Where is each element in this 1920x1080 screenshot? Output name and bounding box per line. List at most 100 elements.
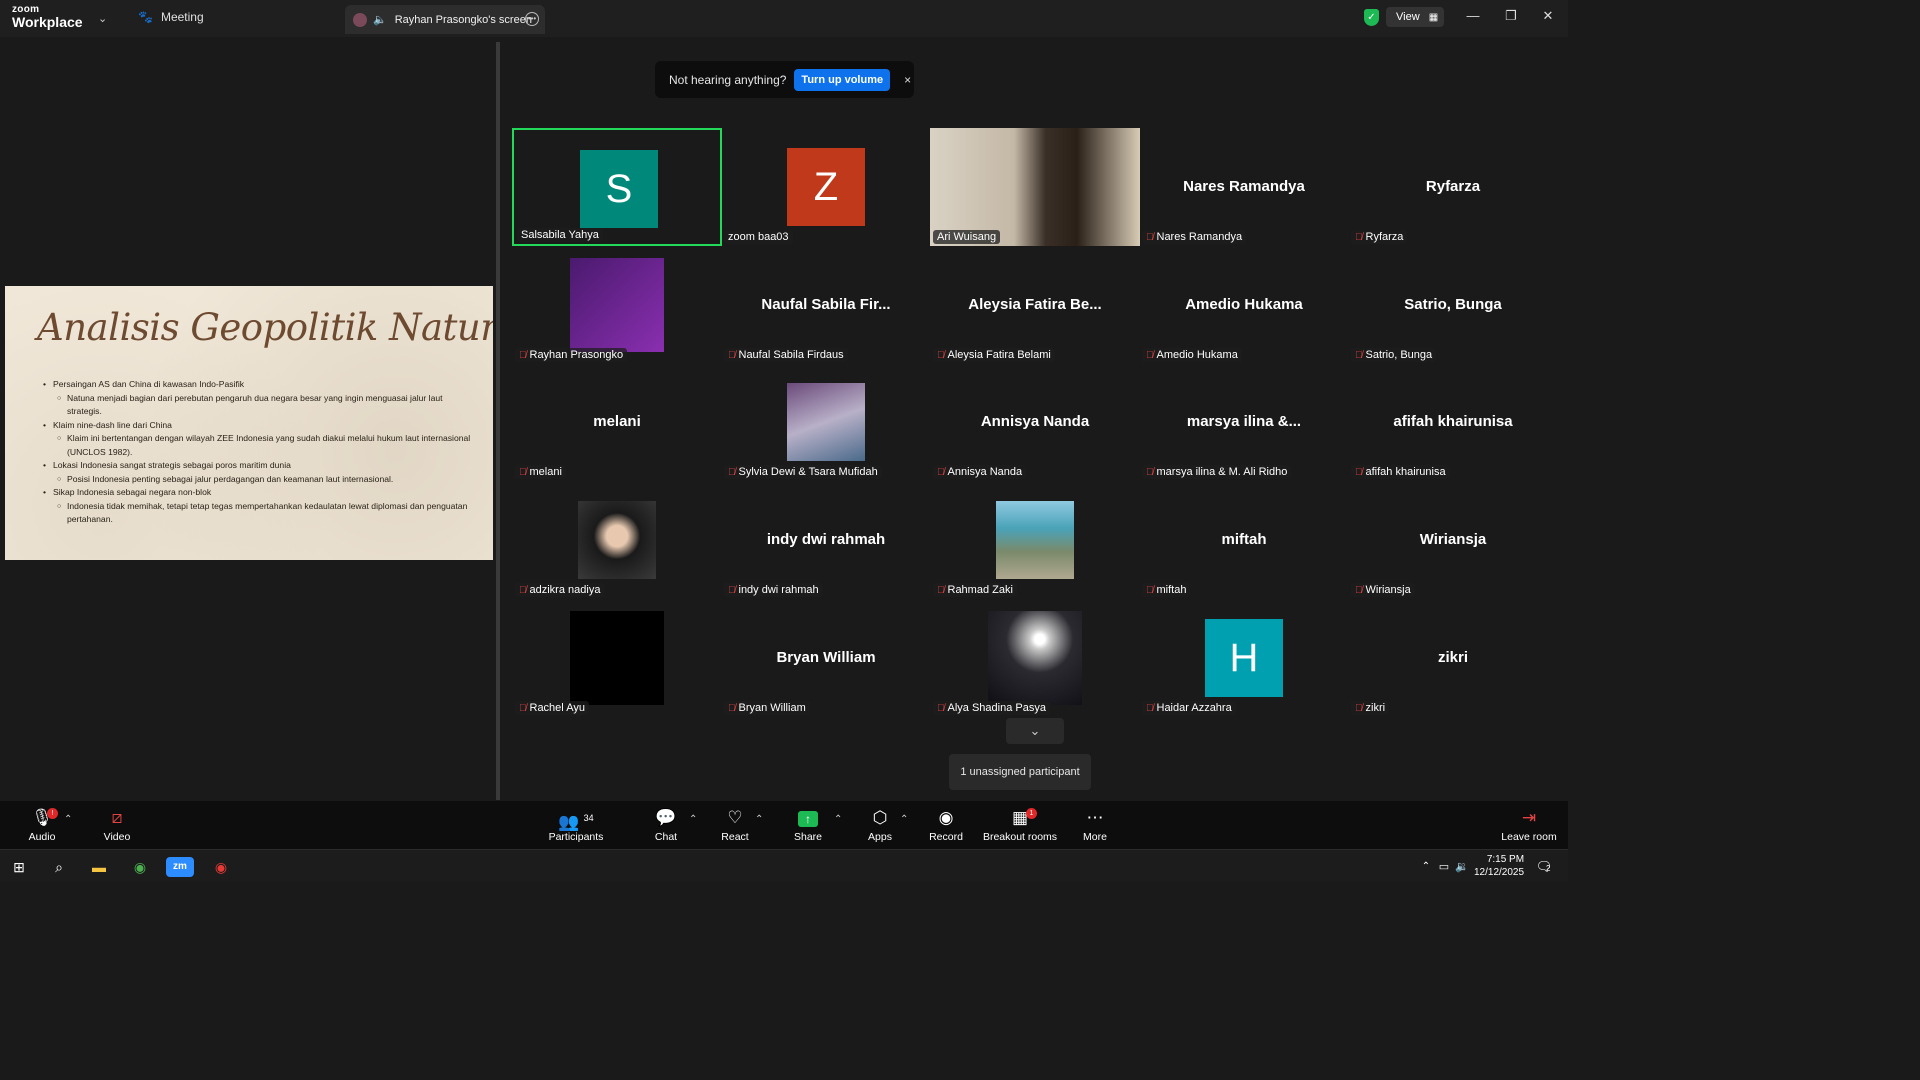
participant-name-label: 🎙̸ Annisya Nanda (933, 465, 1027, 479)
tab-meeting[interactable]: 🐾 Meeting (138, 10, 204, 24)
participant-tile[interactable]: Aleysia Fatira Be... 🎙̸ Aleysia Fatira Bel… (930, 246, 1140, 364)
participant-display-name: indy dwi rahmah (766, 531, 886, 548)
chevron-down-icon[interactable]: ⌄ (98, 12, 107, 25)
participant-name: melani (529, 466, 562, 478)
warning-badge: ! (47, 808, 58, 819)
minimize-icon[interactable]: — (1463, 8, 1483, 23)
chevron-up-icon[interactable]: ⌃ (64, 814, 72, 825)
participant-name: zoom baa03 (728, 231, 789, 243)
meeting-toolbar: 🎙 Audio ! ⌃ ⧄ Video 👥 34 Participants 💬 C… (0, 801, 1568, 849)
participant-display-name: Wiriansja (1419, 531, 1487, 548)
participant-tile[interactable]: Bryan William 🎙̸ Bryan William (721, 599, 931, 717)
breakout-rooms-label: Breakout rooms (982, 831, 1058, 843)
participant-tile[interactable]: H 🎙̸ Haidar Azzahra (1139, 599, 1349, 717)
network-icon[interactable]: ▭ (1434, 857, 1454, 877)
restore-icon[interactable]: ❐ (1501, 8, 1521, 24)
chevron-up-icon[interactable]: ⌃ (834, 814, 842, 825)
participant-tile[interactable]: Nares Ramandya 🎙̸ Nares Ramandya (1139, 128, 1349, 246)
participant-tile[interactable]: Wiriansja 🎙̸ Wiriansja (1348, 481, 1558, 599)
chevron-up-icon[interactable]: ⌃ (1416, 857, 1436, 877)
participant-tile[interactable]: zikri 🎙̸ zikri (1348, 599, 1558, 717)
record-icon: ◉ (938, 808, 954, 827)
slide-bullet: Sikap Indonesia sebagai negara non-blok (43, 486, 473, 500)
more-button[interactable]: ⋯ More (1060, 807, 1130, 843)
mic-muted-icon: 🎙̸ (728, 349, 736, 361)
volume-icon[interactable]: 🔉 (1452, 857, 1472, 877)
participant-tile[interactable]: 🎙̸ Rachel Ayu (512, 599, 722, 717)
participant-tile[interactable]: Naufal Sabila Fir... 🎙̸ Naufal Sabila Fird… (721, 246, 931, 364)
react-button[interactable]: ♡ React (700, 807, 770, 843)
zoom-workplace-logo[interactable]: zoom Workplace (12, 5, 83, 30)
participant-photo (570, 611, 664, 705)
chevron-down-icon[interactable]: ⌄ (1006, 718, 1064, 744)
participant-tile[interactable]: Zzoom baa03 (721, 128, 931, 246)
tab-shared-screen-label: Rayhan Prasongko's screen (394, 13, 532, 26)
participant-video (930, 128, 1140, 246)
notifications-icon[interactable]: 🗨 (1534, 857, 1554, 877)
participant-tile[interactable]: Ari Wuisang (930, 128, 1140, 246)
windows-taskbar: ⊞ ⌕ ▬ ◉ zm ◉ ⌃ ▭ 🔉 7:15 PM 12/12/2025 🗨 … (0, 849, 1568, 882)
participant-tile[interactable]: afifah khairunisa 🎙̸ afifah khairunisa (1348, 363, 1558, 481)
unassigned-participant-tooltip[interactable]: 1 unassigned participant (949, 754, 1091, 790)
audio-notification-banner: Not hearing anything? Turn up volume × (655, 61, 914, 98)
mic-muted-icon: 🎙̸ (1146, 584, 1154, 596)
more-options-icon[interactable]: ••• (525, 12, 539, 26)
chevron-up-icon[interactable]: ⌃ (755, 814, 763, 825)
chat-button[interactable]: 💬 Chat (631, 807, 701, 843)
close-icon[interactable]: × (904, 73, 911, 87)
record-button[interactable]: ◉ Record (911, 807, 981, 843)
participant-name-label: 🎙̸ Satrio, Bunga (1351, 348, 1437, 362)
participant-tile[interactable]: melani 🎙̸ melani (512, 363, 722, 481)
close-icon[interactable]: ✕ (1538, 8, 1558, 24)
file-explorer-icon[interactable]: ▬ (89, 857, 109, 877)
speaker-icon: 🔈 (373, 14, 387, 26)
chrome-icon[interactable]: ◉ (211, 857, 231, 877)
participant-name-label: 🎙̸ Alya Shadina Pasya (933, 701, 1050, 715)
participant-name: indy dwi rahmah (738, 584, 819, 596)
breakout-rooms-button[interactable]: ▦ Breakout rooms 1 (980, 807, 1060, 843)
video-button[interactable]: ⧄ Video (82, 807, 152, 843)
audio-button[interactable]: 🎙 Audio ! (7, 807, 77, 843)
mic-muted-icon: 🎙̸ (1355, 349, 1363, 361)
chevron-up-icon[interactable]: ⌃ (900, 814, 908, 825)
participant-tile[interactable]: marsya ilina &... 🎙̸ marsya ilina & M. Ali… (1139, 363, 1349, 481)
participant-name-label: 🎙̸ Nares Ramandya (1142, 230, 1247, 244)
leave-icon: ⇥ (1521, 808, 1537, 827)
panel-divider[interactable] (496, 42, 500, 800)
search-icon[interactable]: ⌕ (49, 857, 69, 877)
participant-tile[interactable]: 🎙̸ Rayhan Prasongko (512, 246, 722, 364)
shield-icon[interactable]: ✓ (1364, 9, 1379, 26)
view-button[interactable]: View ▦ (1386, 7, 1444, 27)
zoom-taskbar-icon[interactable]: zm (166, 857, 194, 877)
tab-shared-screen[interactable]: 🔈 Rayhan Prasongko's screen ••• (345, 5, 545, 34)
participants-button[interactable]: 👥 34 Participants (541, 807, 611, 843)
chrome-icon[interactable]: ◉ (130, 857, 150, 877)
clock-date: 12/12/2025 (1474, 867, 1525, 878)
notification-count: 2 (1546, 864, 1551, 873)
participant-tile[interactable]: miftah 🎙̸ miftah (1139, 481, 1349, 599)
participant-tile[interactable]: Amedio Hukama 🎙̸ Amedio Hukama (1139, 246, 1349, 364)
mic-muted-icon: 🎙̸ (937, 702, 945, 714)
participant-name: Ryfarza (1365, 231, 1404, 243)
participant-tile[interactable]: Annisya Nanda 🎙̸ Annisya Nanda (930, 363, 1140, 481)
chevron-up-icon[interactable]: ⌃ (689, 814, 697, 825)
leave-room-button[interactable]: ⇥ Leave room (1494, 807, 1564, 843)
participant-tile[interactable]: 🎙̸ Alya Shadina Pasya (930, 599, 1140, 717)
windows-start-icon[interactable]: ⊞ (9, 857, 29, 877)
participant-tile[interactable]: Satrio, Bunga 🎙̸ Satrio, Bunga (1348, 246, 1558, 364)
mic-muted-icon: 🎙̸ (519, 466, 527, 478)
participant-tile[interactable]: 🎙̸ Sylvia Dewi & Tsara Mufidah (721, 363, 931, 481)
system-clock[interactable]: 7:15 PM 12/12/2025 (1474, 853, 1524, 879)
apps-button[interactable]: ⬡ Apps (845, 807, 915, 843)
participant-name-label: 🎙̸ Sylvia Dewi & Tsara Mufidah (724, 465, 882, 479)
participant-tile[interactable]: 🎙̸ Rahmad Zaki (930, 481, 1140, 599)
participant-tile[interactable]: Ryfarza 🎙̸ Ryfarza (1348, 128, 1558, 246)
participant-tile[interactable]: indy dwi rahmah 🎙̸ indy dwi rahmah (721, 481, 931, 599)
shared-slide: Analisis Geopolitik Natuna Persaingan AS… (5, 286, 493, 560)
participant-photo (988, 611, 1082, 705)
turn-up-volume-button[interactable]: Turn up volume (794, 68, 891, 91)
share-button[interactable]: ↑ Share (773, 807, 843, 843)
mic-muted-icon: 🎙̸ (1355, 466, 1363, 478)
participant-tile[interactable]: 🎙̸ adzikra nadiya (512, 481, 722, 599)
participant-tile[interactable]: S Salsabila Yahya (512, 128, 722, 246)
